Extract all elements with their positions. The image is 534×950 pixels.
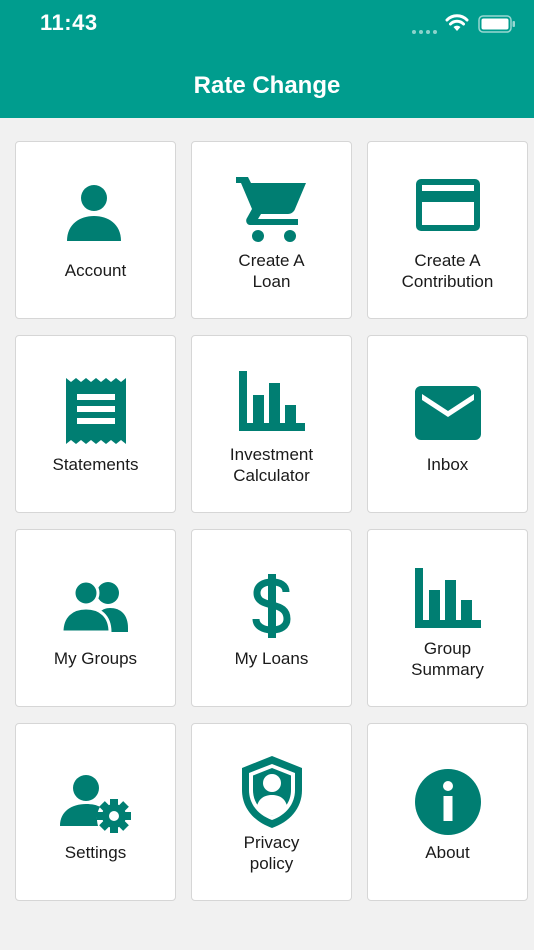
group-summary-tile[interactable]: Group Summary	[367, 529, 528, 707]
app-header: 11:43 Rate Change	[0, 0, 534, 118]
my-loans-label: My Loans	[234, 649, 309, 668]
investment-calculator-tile[interactable]: Investment Calculator	[191, 335, 352, 513]
statements-tile[interactable]: Statements	[15, 335, 176, 513]
inbox-label: Inbox	[426, 455, 469, 474]
statements-label: Statements	[52, 455, 139, 474]
my-groups-label: My Groups	[53, 649, 138, 668]
info-icon	[414, 769, 481, 835]
create-loan-label: Create A Loan	[238, 251, 305, 291]
investment-calculator-label: Investment Calculator	[229, 445, 314, 485]
credit-card-icon	[415, 179, 480, 231]
my-groups-tile[interactable]: My Groups	[15, 529, 176, 707]
battery-icon	[478, 15, 515, 33]
page-title: Rate Change	[193, 72, 341, 99]
about-label: About	[425, 843, 470, 862]
mail-icon	[414, 386, 481, 440]
wifi-icon	[445, 14, 469, 31]
user-settings-icon	[59, 775, 131, 833]
settings-tile[interactable]: Settings	[15, 723, 176, 901]
create-loan-tile[interactable]: Create A Loan	[191, 141, 352, 319]
dollar-icon	[252, 574, 291, 638]
signal-icon	[412, 21, 440, 39]
shield-user-icon	[241, 756, 302, 828]
group-summary-label: Group Summary	[411, 639, 484, 679]
status-icons	[412, 12, 522, 36]
people-icon	[61, 580, 128, 632]
create-contribution-label: Create A Contribution	[401, 251, 494, 291]
settings-label: Settings	[64, 843, 127, 862]
person-icon	[66, 185, 121, 241]
create-contribution-tile[interactable]: Create A Contribution	[367, 141, 528, 319]
my-loans-tile[interactable]: My Loans	[191, 529, 352, 707]
receipt-icon	[65, 378, 126, 444]
privacy-policy-tile[interactable]: Privacy policy	[191, 723, 352, 901]
inbox-tile[interactable]: Inbox	[367, 335, 528, 513]
bar-chart-icon	[238, 371, 305, 431]
account-label: Account	[64, 261, 127, 280]
bar-chart-icon	[414, 568, 481, 628]
status-time: 11:43	[40, 10, 98, 35]
account-tile[interactable]: Account	[15, 141, 176, 319]
menu-grid: Account Create A Loan Create A Contribut…	[15, 141, 528, 901]
privacy-policy-label: Privacy policy	[243, 833, 300, 873]
about-tile[interactable]: About	[367, 723, 528, 901]
cart-icon	[235, 177, 306, 242]
